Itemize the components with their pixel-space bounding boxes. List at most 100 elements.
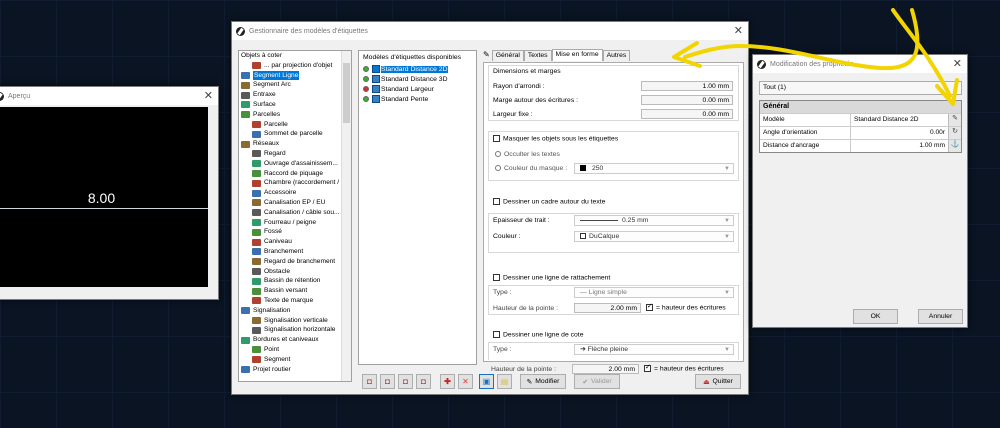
tree-item[interactable]: Canalisation EP / EU (239, 198, 351, 208)
property-value[interactable]: 1.00 mm (851, 140, 948, 152)
close-icon[interactable]: ✕ (734, 24, 743, 37)
paste-icon[interactable]: ▤ (497, 374, 512, 389)
add-icon[interactable]: ✚ (440, 374, 455, 389)
tab-textes[interactable]: Textes (523, 50, 552, 61)
tree-scrollbar[interactable] (341, 51, 351, 381)
tree-item[interactable]: Accessoire (239, 188, 351, 198)
epaisseur-dropdown[interactable]: 0.25 mm ▼ (574, 215, 734, 226)
tree-item[interactable]: Fourreau / peigne (239, 218, 351, 228)
delete-icon[interactable]: ✕ (458, 374, 473, 389)
save-icon[interactable]: ▣ (479, 374, 494, 389)
tree-item[interactable]: Signalisation verticale (239, 316, 351, 326)
cote-checkbox[interactable] (493, 331, 500, 338)
attach-checkbox-row[interactable]: Dessiner une ligne de rattachement (493, 274, 610, 281)
cote-hauteur-field[interactable]: 2.00 mm (572, 364, 639, 374)
tree-item[interactable]: ... par projection d'objet (239, 61, 351, 71)
tree-item[interactable]: Texte de marque (239, 296, 351, 306)
property-row[interactable]: Angle d'orientation 0.00r ↻ (760, 126, 961, 139)
couleur-masque-dropdown[interactable]: 250 ▼ (574, 163, 734, 174)
tool-button-1[interactable]: ◘ (362, 374, 377, 389)
tree-item[interactable]: Bordures et caniveaux (239, 335, 351, 345)
quitter-button[interactable]: ⏏ Quitter (695, 374, 741, 389)
tree-item[interactable]: Fossé (239, 227, 351, 237)
tool-button-2[interactable]: ◘ (380, 374, 395, 389)
largeur-field[interactable]: 0.00 mm (641, 109, 733, 119)
tree-item[interactable]: Segment (239, 355, 351, 365)
attach-eq-checkbox[interactable] (646, 302, 653, 311)
tree-item[interactable]: Branchement (239, 247, 351, 257)
couleur-masque-row[interactable]: Couleur du masque : (495, 165, 567, 172)
tree-item[interactable]: Sommet de parcelle (239, 129, 351, 139)
object-tree[interactable]: Objets à coter ... par projection d'objet… (238, 50, 352, 382)
tree-item[interactable]: Raccord de piquage (239, 169, 351, 179)
cote-checkbox-row[interactable]: Dessiner une ligne de cote (493, 331, 583, 338)
attach-type-dropdown[interactable]: — Ligne simple ▼ (574, 287, 734, 298)
model-item[interactable]: Standard Distance 2D (359, 64, 476, 74)
tab-général[interactable]: Général (491, 50, 524, 61)
tree-item[interactable]: Bassin versant (239, 286, 351, 296)
marge-field[interactable]: 0.00 mm (641, 95, 733, 105)
properties-selector[interactable]: Tout (1) (759, 81, 962, 95)
tree-item[interactable]: Parcelles (239, 110, 351, 120)
mask-checkbox[interactable] (493, 135, 500, 142)
tree-item[interactable]: Segment Ligne (239, 70, 351, 81)
frame-couleur-dropdown[interactable]: DuCalque ▼ (574, 231, 734, 242)
tree-item[interactable]: Réseaux (239, 139, 351, 149)
scrollbar-thumb[interactable] (343, 63, 350, 123)
tree-item[interactable]: Chambre (raccordement / t (239, 178, 351, 188)
attach-checkbox[interactable] (493, 274, 500, 281)
tree-item-label: Segment (264, 355, 291, 363)
tab-mise-en-forme[interactable]: Mise en forme (551, 49, 603, 61)
cote-type-dropdown[interactable]: ➜ Flèche pleine ▼ (574, 344, 734, 355)
tool-button-3[interactable]: ◘ (398, 374, 413, 389)
tool-button-4[interactable]: ◘ (416, 374, 431, 389)
edit-icon[interactable]: ✎ (948, 114, 961, 126)
attach-eq-row[interactable]: = hauteur des écritures (646, 302, 726, 311)
close-icon[interactable]: ✕ (953, 57, 962, 70)
properties-title: Modification des propriétés (770, 60, 854, 68)
tree-item[interactable]: Signalisation horizontale (239, 325, 351, 335)
tab-autres[interactable]: Autres (602, 50, 631, 61)
attach-hauteur-field[interactable]: 2.00 mm (574, 303, 641, 313)
tree-item[interactable]: Objets à coter (239, 51, 351, 61)
tree-item[interactable]: Regard de branchement (239, 257, 351, 267)
tree-item[interactable]: Signalisation (239, 306, 351, 316)
frame-checkbox-row[interactable]: Dessiner un cadre autour du texte (493, 198, 605, 205)
anchor-icon[interactable]: ⚓ (948, 140, 961, 152)
mask-checkbox-row[interactable]: Masquer les objets sous les étiquettes (493, 135, 618, 142)
models-list[interactable]: Modèles d'étiquettes disponibles Standar… (358, 50, 477, 365)
preview-dimension-line (0, 208, 208, 209)
tree-item[interactable]: Caniveau (239, 237, 351, 247)
tree-item[interactable]: Segment Arc (239, 80, 351, 90)
tree-item[interactable]: Surface (239, 100, 351, 110)
tree-item[interactable]: Entraxe (239, 90, 351, 100)
tree-item[interactable]: Obstacle (239, 267, 351, 277)
model-item[interactable]: Standard Pente (359, 94, 476, 104)
tree-item[interactable]: Parcelle (239, 120, 351, 130)
cote-eq-checkbox[interactable] (644, 363, 651, 372)
property-row[interactable]: Modèle Standard Distance 2D ✎ (760, 113, 961, 126)
couleur-masque-radio[interactable] (495, 165, 501, 172)
tree-item[interactable]: Regard (239, 149, 351, 159)
rayon-field[interactable]: 1.00 mm (641, 81, 733, 91)
tree-item[interactable]: Bassin de rétention (239, 276, 351, 286)
close-icon[interactable]: ✕ (204, 89, 213, 102)
cancel-button[interactable]: Annuler (918, 309, 963, 324)
valider-button[interactable]: ✔ Valider (574, 374, 620, 389)
ok-button[interactable]: OK (853, 309, 898, 324)
tree-item[interactable]: Canalisation / câble sou... (239, 208, 351, 218)
property-value[interactable]: Standard Distance 2D (851, 114, 948, 126)
occulter-radio-row[interactable]: Occulter les textes (495, 151, 560, 158)
frame-checkbox[interactable] (493, 198, 500, 205)
tree-item[interactable]: Ouvrage d'assainissem... (239, 159, 351, 169)
cote-eq-row[interactable]: = hauteur des écritures (644, 363, 724, 372)
tree-item[interactable]: Projet routier (239, 365, 351, 375)
tree-item[interactable]: Point (239, 345, 351, 355)
property-value[interactable]: 0.00r (851, 127, 948, 139)
occulter-radio[interactable] (495, 151, 501, 158)
model-item[interactable]: Standard Largeur (359, 84, 476, 94)
model-item[interactable]: Standard Distance 3D (359, 74, 476, 84)
property-row[interactable]: Distance d'ancrage 1.00 mm ⚓ (760, 139, 961, 152)
refresh-icon[interactable]: ↻ (948, 127, 961, 139)
modifier-button[interactable]: ✎ Modifier (520, 374, 566, 389)
